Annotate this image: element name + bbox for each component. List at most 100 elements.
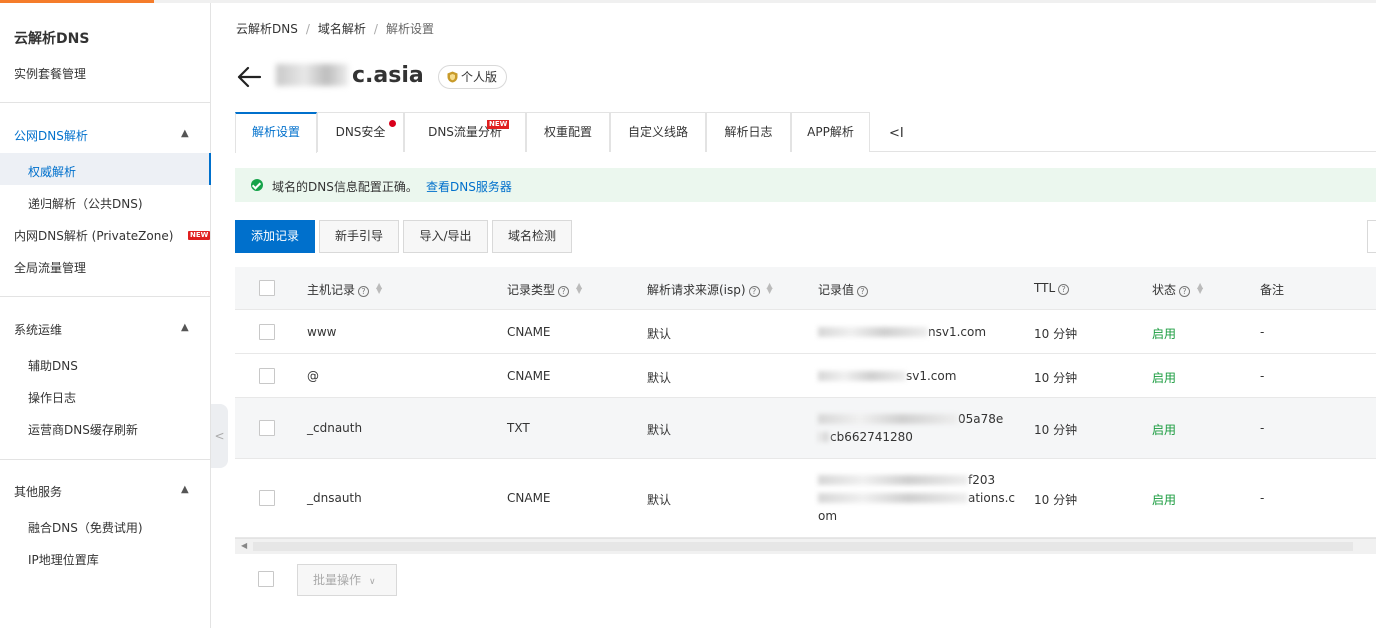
sidebar-group-public-dns[interactable]: 公网DNS解析 <box>14 127 88 144</box>
sidebar-item-private-dns[interactable]: 内网DNS解析 (PrivateZone) <box>14 227 173 244</box>
sidebar-item-ip-geo[interactable]: IP地理位置库 <box>28 551 99 568</box>
select-all-checkbox[interactable] <box>259 280 275 296</box>
arrow-left-icon[interactable] <box>236 64 262 90</box>
sidebar-group-ops[interactable]: 系统运维 <box>14 321 62 338</box>
help-icon[interactable]: ? <box>748 286 760 297</box>
sidebar-item-cache-refresh[interactable]: 运营商DNS缓存刷新 <box>28 421 138 438</box>
breadcrumb-item[interactable]: 云解析DNS <box>236 22 298 36</box>
row-checkbox[interactable] <box>259 368 275 384</box>
select-all-footer-checkbox[interactable] <box>258 571 274 587</box>
column-line[interactable]: 解析请求来源(isp) ? ▲ ▼ <box>647 281 774 298</box>
help-icon[interactable]: ? <box>558 286 570 297</box>
table-row[interactable]: @ CNAME 默认 sv1.com 10 分钟 启用 - <box>235 354 1376 398</box>
row-checkbox[interactable] <box>259 490 275 506</box>
breadcrumb-current: 解析设置 <box>385 22 434 36</box>
chevron-up-icon[interactable]: ▲ <box>181 484 189 495</box>
add-record-button[interactable]: 添加记录 <box>235 220 315 253</box>
new-badge: NEW <box>487 120 510 129</box>
chevron-up-icon[interactable]: ▲ <box>181 322 189 333</box>
tab-label: 自定义线路 <box>627 125 688 139</box>
sort-icon[interactable]: ▲ ▼ <box>766 282 774 295</box>
tab-weight[interactable]: 权重配置 <box>526 112 610 152</box>
cell-remark: - <box>1260 369 1265 383</box>
import-export-button[interactable]: 导入/导出 <box>403 220 488 253</box>
sort-icon[interactable]: ▲ ▼ <box>575 282 583 295</box>
tab-app-resolve[interactable]: APP解析 <box>791 112 870 152</box>
row-checkbox[interactable] <box>259 324 275 340</box>
tab-dns-traffic[interactable]: DNS流量分析 NEW <box>404 112 526 152</box>
sidebar: 云解析DNS 实例套餐管理 公网DNS解析 ▲ 权威解析 递归解析（公共DNS)… <box>0 3 211 628</box>
help-icon[interactable]: ? <box>1179 286 1191 297</box>
value-text: nsv1.com <box>928 325 987 339</box>
sidebar-item-global-traffic[interactable]: 全局流量管理 <box>14 259 86 276</box>
value-line: cb662741280 <box>818 428 1018 446</box>
batch-label: 批量操作 <box>313 573 362 587</box>
sidebar-title: 云解析DNS <box>14 31 90 47</box>
scrollbar-thumb[interactable] <box>253 542 1353 551</box>
scroll-left-icon[interactable]: ◀ <box>241 541 247 550</box>
collapse-sidebar-handle[interactable]: < <box>211 404 228 468</box>
help-icon[interactable]: ? <box>1058 284 1070 295</box>
table-row[interactable]: www CNAME 默认 nsv1.com 10 分钟 启用 - <box>235 310 1376 354</box>
value-text: cb662741280 <box>830 430 913 444</box>
breadcrumb-item[interactable]: 域名解析 <box>318 22 366 36</box>
row-checkbox[interactable] <box>259 420 275 436</box>
cell-remark: - <box>1260 491 1265 505</box>
sidebar-item-instance[interactable]: 实例套餐管理 <box>14 65 86 82</box>
sidebar-item-recursive[interactable]: 递归解析（公共DNS) <box>28 195 143 212</box>
redacted-text <box>818 327 928 337</box>
tab-scroll-left-icon[interactable]: <I <box>889 126 904 141</box>
value-text: ations.c <box>968 491 1016 505</box>
sidebar-item-fusion-dns[interactable]: 融合DNS（免费试用) <box>28 519 143 536</box>
table-row[interactable]: _cdnauth TXT 默认 05a78e cb662741280 10 分钟… <box>235 398 1376 459</box>
column-type[interactable]: 记录类型 ? ▲ ▼ <box>507 281 583 298</box>
tab-custom-line[interactable]: 自定义线路 <box>610 112 706 152</box>
sidebar-item-secondary-dns[interactable]: 辅助DNS <box>28 357 78 374</box>
domain-check-button[interactable]: 域名检测 <box>492 220 572 253</box>
value-text: om <box>818 509 838 523</box>
tab-dns-security[interactable]: DNS安全 <box>317 112 404 152</box>
tab-dns-settings[interactable]: 解析设置 <box>235 112 317 153</box>
cell-host: _dnsauth <box>307 491 362 505</box>
sidebar-divider <box>0 102 210 103</box>
cell-remark: - <box>1260 325 1265 339</box>
help-icon[interactable]: ? <box>857 286 869 297</box>
column-label: 主机记录 <box>307 283 356 297</box>
toolbar-right-button[interactable] <box>1367 220 1376 253</box>
batch-operations-button[interactable]: 批量操作 ∨ <box>297 564 397 596</box>
help-icon[interactable]: ? <box>358 286 370 297</box>
sort-icon[interactable]: ▲ ▼ <box>375 282 383 295</box>
cell-line: 默认 <box>647 327 672 341</box>
column-remark: 备注 <box>1260 283 1285 297</box>
alert-message: 域名的DNS信息配置正确。 <box>272 180 418 194</box>
horizontal-scrollbar[interactable]: ◀ <box>235 538 1376 554</box>
guide-button[interactable]: 新手引导 <box>319 220 399 253</box>
value-text: sv1.com <box>906 369 957 383</box>
redacted-text <box>818 414 958 424</box>
value-text: f203 <box>968 473 996 487</box>
column-host[interactable]: 主机记录 ? ▲ ▼ <box>307 281 383 298</box>
new-badge: NEW <box>188 231 211 240</box>
cell-host: www <box>307 325 337 339</box>
value-line: om <box>818 507 1018 525</box>
column-status[interactable]: 状态 ? ▲ ▼ <box>1152 281 1204 298</box>
tab-label: 权重配置 <box>543 125 592 139</box>
table-row[interactable]: _dnsauth CNAME 默认 f203 ations.c om 10 分钟… <box>235 459 1376 538</box>
success-alert: 域名的DNS信息配置正确。 查看DNS服务器 <box>235 168 1376 202</box>
sidebar-group-other[interactable]: 其他服务 <box>14 483 62 500</box>
cell-type: TXT <box>507 421 530 435</box>
sidebar-item-operation-log[interactable]: 操作日志 <box>28 389 76 406</box>
notification-dot <box>389 120 396 127</box>
redacted-text <box>818 493 968 503</box>
chevron-up-icon[interactable]: ▲ <box>181 128 189 139</box>
sort-icon[interactable]: ▲ ▼ <box>1196 282 1204 295</box>
redacted-text <box>276 64 348 86</box>
tab-bar: 解析设置 DNS安全 DNS流量分析 NEW 权重配置 自定义线路 解析日志 AP… <box>235 112 1376 153</box>
breadcrumb: 云解析DNS / 域名解析 / 解析设置 <box>236 20 434 37</box>
view-dns-servers-link[interactable]: 查看DNS服务器 <box>426 178 512 195</box>
sidebar-item-authoritative[interactable]: 权威解析 <box>28 163 76 180</box>
tab-label: DNS安全 <box>335 125 386 139</box>
tab-resolve-log[interactable]: 解析日志 <box>706 112 791 152</box>
cell-value: nsv1.com <box>818 323 1018 341</box>
column-ttl: TTL? <box>1034 281 1070 295</box>
